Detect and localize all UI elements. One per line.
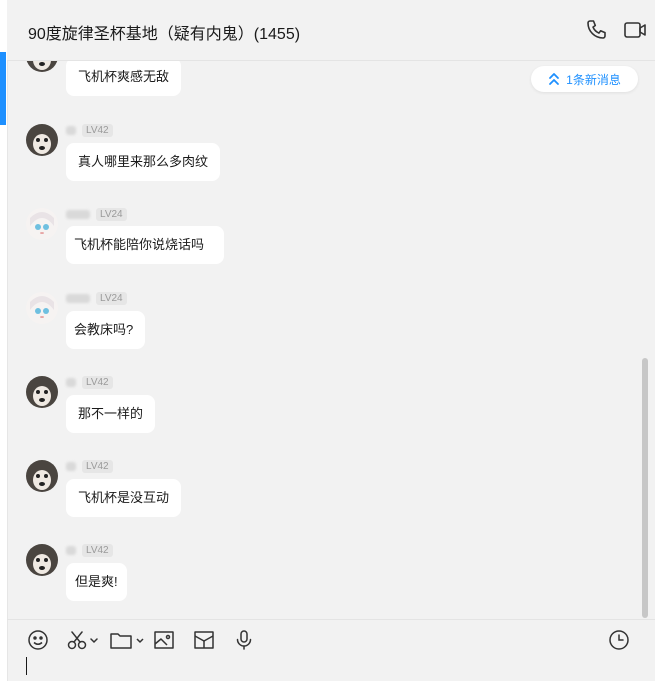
video-call-icon[interactable] xyxy=(623,18,647,42)
message-list[interactable]: 飞机杯爽感无敌 LV42 真人哪里来那么多肉纹 LV24 飞机杯能陪你说烧话吗 … xyxy=(7,61,655,619)
member-level-badge: LV42 xyxy=(82,123,113,137)
red-packet-icon[interactable] xyxy=(193,629,215,651)
emoji-icon[interactable] xyxy=(27,629,49,651)
sender-name-blurred xyxy=(66,293,90,303)
chat-title: 90度旋律圣杯基地（疑有内鬼）(1455) xyxy=(28,26,301,43)
anime-avatar[interactable] xyxy=(26,292,58,324)
member-level-badge: LV42 xyxy=(82,459,113,473)
active-conversation-indicator xyxy=(0,52,6,125)
message-bubble[interactable]: 真人哪里来那么多肉纹 xyxy=(66,143,221,181)
double-chevron-up-icon xyxy=(549,73,560,85)
scissors-icon[interactable] xyxy=(66,629,98,651)
message-item: LV42 真人哪里来那么多肉纹 xyxy=(7,123,637,204)
message-item: LV24 飞机杯能陪你说烧话吗 xyxy=(7,207,637,288)
new-message-label: 1条新消息 xyxy=(566,72,621,87)
message-input[interactable] xyxy=(7,650,655,681)
husky-avatar[interactable] xyxy=(26,61,58,72)
message-item: LV42 那不一样的 xyxy=(7,375,637,456)
husky-avatar[interactable] xyxy=(26,460,58,492)
message-bubble[interactable]: 但是爽! xyxy=(66,563,127,601)
sender-name-blurred xyxy=(66,209,90,219)
husky-avatar[interactable] xyxy=(26,544,58,576)
message-item: LV42 但是爽! xyxy=(7,543,637,619)
member-level-badge: LV24 xyxy=(96,291,127,305)
folder-icon[interactable] xyxy=(109,629,145,651)
message-meta: LV24 xyxy=(66,207,127,221)
image-icon[interactable] xyxy=(153,629,175,651)
member-level-badge: LV42 xyxy=(82,375,113,389)
message-scrollbar[interactable] xyxy=(642,358,648,618)
message-bubble[interactable]: 飞机杯爽感无敌 xyxy=(66,61,182,96)
sender-name-blurred xyxy=(66,377,76,387)
husky-avatar[interactable] xyxy=(26,124,58,156)
history-clock-icon[interactable] xyxy=(608,629,630,651)
sender-name-blurred xyxy=(66,461,76,471)
sender-name-blurred xyxy=(66,545,76,555)
chat-header: 90度旋律圣杯基地（疑有内鬼）(1455) xyxy=(7,0,655,61)
message-item: LV42 飞机杯是没互动 xyxy=(7,459,637,540)
member-level-badge: LV24 xyxy=(96,207,127,221)
message-meta: LV42 xyxy=(66,543,113,557)
message-item: LV24 会教床吗? xyxy=(7,291,637,372)
text-cursor xyxy=(26,657,27,675)
message-bubble[interactable]: 会教床吗? xyxy=(66,311,146,349)
anime-avatar[interactable] xyxy=(26,208,58,240)
sender-name-blurred xyxy=(66,125,76,135)
message-meta: LV42 xyxy=(66,375,113,389)
message-meta: LV42 xyxy=(66,123,113,137)
message-bubble[interactable]: 那不一样的 xyxy=(66,395,156,433)
phone-call-icon[interactable] xyxy=(585,18,609,42)
message-bubble[interactable]: 飞机杯能陪你说烧话吗 xyxy=(66,226,225,264)
message-meta: LV24 xyxy=(66,291,127,305)
microphone-icon[interactable] xyxy=(233,629,255,651)
message-bubble[interactable]: 飞机杯是没互动 xyxy=(66,479,182,517)
new-message-button[interactable]: 1条新消息 xyxy=(531,66,638,92)
husky-avatar[interactable] xyxy=(26,376,58,408)
message-meta: LV42 xyxy=(66,459,113,473)
member-level-badge: LV42 xyxy=(82,543,113,557)
